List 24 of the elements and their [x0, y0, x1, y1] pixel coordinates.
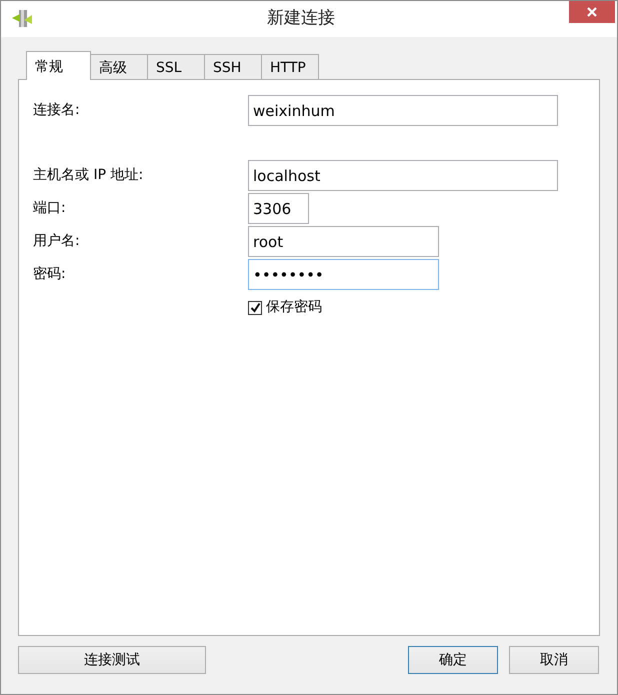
input-field[interactable]: ••••••••	[248, 259, 439, 290]
input-field[interactable]: 3306	[248, 193, 309, 224]
input-field[interactable]: localhost	[248, 160, 558, 191]
close-icon	[586, 6, 598, 18]
field-label: 用户名:	[33, 232, 81, 251]
tab[interactable]: 高级	[90, 54, 148, 79]
close-button[interactable]	[569, 1, 615, 23]
dialog-button[interactable]: 确定	[408, 646, 498, 674]
dialog-button[interactable]: 连接测试	[18, 646, 206, 674]
checkbox-label: 保存密码	[266, 298, 322, 317]
tab[interactable]: SSH	[204, 54, 262, 79]
input-field[interactable]: root	[248, 226, 439, 257]
field-label: 密码:	[33, 265, 67, 284]
checkbox[interactable]	[248, 300, 262, 314]
tab[interactable]: HTTP	[261, 54, 319, 79]
field-label: 连接名:	[33, 101, 81, 120]
database-icon	[11, 9, 33, 29]
tab[interactable]: 常规	[26, 51, 91, 80]
field-label: 主机名或 IP 地址:	[33, 166, 144, 185]
dialog-button[interactable]: 取消	[509, 646, 599, 674]
tab[interactable]: SSL	[147, 54, 205, 79]
input-field[interactable]: weixinhum	[248, 95, 558, 126]
field-label: 端口:	[33, 199, 67, 218]
window-title: 新建连接	[266, 7, 336, 30]
